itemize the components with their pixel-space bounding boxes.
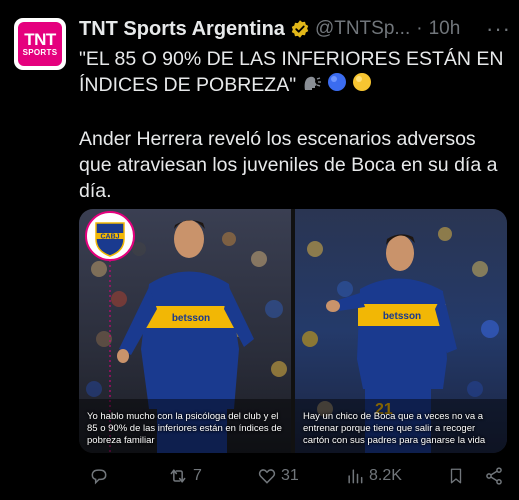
bookmark-button[interactable] xyxy=(447,466,469,486)
retweet-button[interactable]: 7 xyxy=(167,466,202,486)
retweet-icon xyxy=(170,469,186,483)
like-button[interactable]: 31 xyxy=(257,466,299,486)
views-count: 8.2K xyxy=(369,467,402,484)
action-bar: 7 31 8.2K xyxy=(79,462,509,492)
right-photo-caption: Hay un chico de Boca que a veces no va a… xyxy=(303,411,486,446)
author-handle[interactable]: @TNTSp... xyxy=(315,18,410,40)
avatar-line1: TNT xyxy=(24,30,56,49)
speaking-head-icon xyxy=(302,73,322,99)
yellow-circle-icon xyxy=(352,72,372,99)
retweet-count: 7 xyxy=(193,467,202,484)
like-count: 31 xyxy=(281,467,299,484)
views-button[interactable]: 8.2K xyxy=(345,466,402,486)
author-name[interactable]: TNT Sports Argentina xyxy=(79,18,285,41)
tweet-headline: "EL 85 O 90% DE LAS INFERIORES ESTÁN EN … xyxy=(79,48,504,96)
timestamp[interactable]: 10h xyxy=(429,18,461,40)
avatar[interactable]: TNT SPORTS xyxy=(14,18,66,70)
blue-circle-icon xyxy=(327,72,347,99)
media-grid: betsson CABJ Yo hablo mucho con la psicó… xyxy=(79,209,507,453)
bookmark-icon xyxy=(450,468,462,484)
views-icon xyxy=(348,469,363,484)
sponsor-logo-left: betsson xyxy=(172,313,210,324)
heart-icon xyxy=(258,469,276,484)
media-photo-right[interactable]: betsson 21 Hay un chico de Boca que a ve… xyxy=(295,209,507,453)
avatar-line2: SPORTS xyxy=(22,48,58,57)
left-photo-caption: Yo hablo mucho con la psicóloga del club… xyxy=(87,411,282,446)
media-photo-left[interactable]: betsson CABJ Yo hablo mucho con la psicó… xyxy=(79,209,291,453)
reply-icon xyxy=(91,469,107,485)
tnt-sports-logo: TNT SPORTS xyxy=(18,22,62,66)
tweet-body: Ander Herrera reveló los escenarios adve… xyxy=(79,128,498,203)
sponsor-logo-right: betsson xyxy=(383,311,421,322)
share-icon xyxy=(486,467,502,485)
crest-text: CABJ xyxy=(100,234,119,241)
tweet-text: "EL 85 O 90% DE LAS INFERIORES ESTÁN EN … xyxy=(79,46,509,204)
tweet-header: TNT Sports Argentina @TNTSp... · 10h ··· xyxy=(79,16,519,42)
time-separator: · xyxy=(416,18,423,39)
share-button[interactable] xyxy=(484,466,508,486)
more-options-icon[interactable]: ··· xyxy=(486,16,511,42)
reply-button[interactable] xyxy=(89,466,113,486)
verified-badge-icon xyxy=(290,19,310,39)
